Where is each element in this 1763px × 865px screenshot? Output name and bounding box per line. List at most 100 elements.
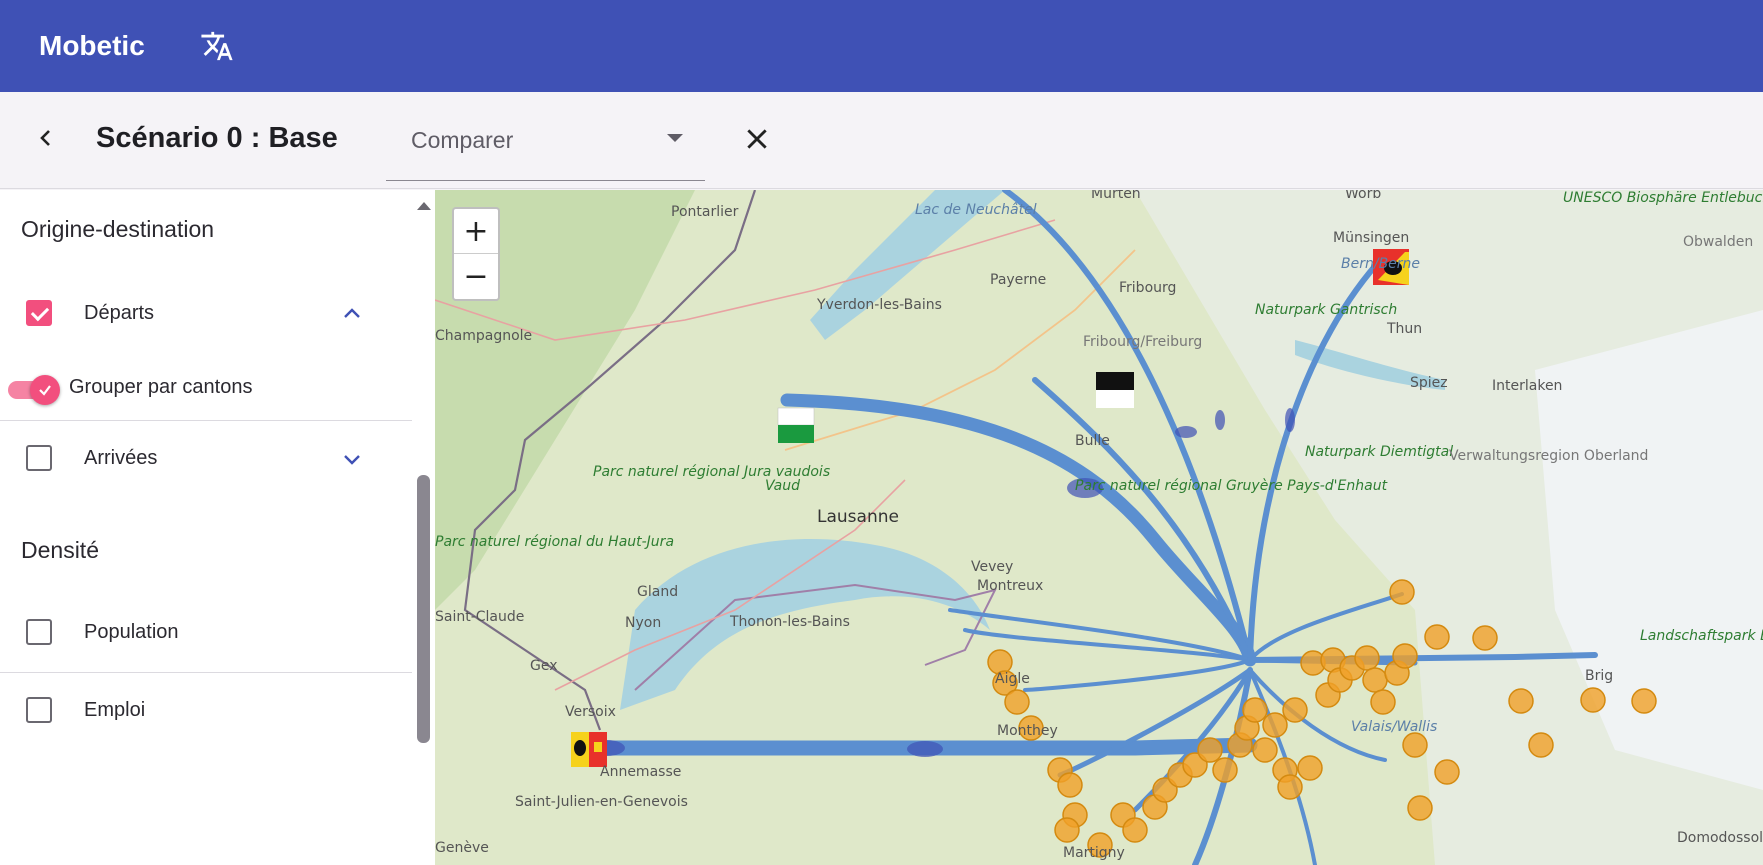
flag-vaud-icon: [777, 407, 815, 443]
divider: [0, 420, 412, 421]
translate-icon[interactable]: [196, 26, 238, 66]
flow-marker: [1215, 410, 1225, 430]
flag-part: [594, 742, 602, 752]
place-label: Saint-Julien-en-Genevois: [515, 794, 688, 810]
destination-circle: [1528, 732, 1554, 758]
arrivees-label: Arrivées: [84, 447, 158, 469]
place-label: Naturpark Gantrisch: [1255, 302, 1397, 318]
layer-sidebar: Origine-destination Départs Grouper par …: [0, 190, 435, 865]
destination-circle: [1580, 687, 1606, 713]
place-label: Gland: [637, 584, 678, 600]
destination-circle: [1402, 732, 1428, 758]
destination-circle: [1282, 697, 1308, 723]
place-label: Lausanne: [817, 507, 899, 527]
place-label: Fribourg: [1119, 280, 1176, 296]
app-title[interactable]: Mobetic: [39, 30, 145, 62]
group-by-canton-label: Grouper par cantons: [69, 376, 253, 398]
destination-circle: [1252, 737, 1278, 763]
destination-circle: [1212, 757, 1238, 783]
destination-circle: [1197, 737, 1223, 763]
destination-circle: [1472, 625, 1498, 651]
destination-circle: [1242, 697, 1268, 723]
place-label: Interlaken: [1492, 378, 1562, 394]
zoom-in-button[interactable]: +: [454, 209, 498, 254]
population-label: Population: [84, 621, 179, 643]
destination-circle: [1297, 755, 1323, 781]
divider: [0, 672, 412, 673]
place-label: Landschaftspark Binntal: [1640, 628, 1763, 644]
destination-circle: [1004, 689, 1030, 715]
map-canvas: Pontarlier Murten Worb Münsingen Bern/Be…: [435, 190, 1763, 865]
arrivees-checkbox[interactable]: [26, 445, 52, 471]
destination-circle: [1262, 712, 1288, 738]
flow-marker: [1285, 408, 1295, 432]
place-label: Worb: [1345, 190, 1381, 202]
zoom-control: + −: [452, 207, 500, 301]
page-title: Scénario 0 : Base: [96, 122, 338, 154]
destination-circle: [1362, 667, 1388, 693]
section-title-origine-destination: Origine-destination: [21, 216, 215, 242]
flag-part: [778, 425, 814, 443]
place-label: Spiez: [1410, 375, 1448, 391]
place-label: Thonon-les-Bains: [729, 614, 850, 630]
destination-circle: [1631, 688, 1657, 714]
departs-label: Départs: [84, 302, 155, 324]
destination-circle: [1054, 817, 1080, 843]
flag-part: [777, 407, 815, 426]
population-checkbox[interactable]: [26, 619, 52, 645]
place-label: Monthey: [997, 723, 1058, 739]
flow-marker: [907, 741, 943, 757]
chevron-left-icon: [40, 130, 50, 146]
place-label: Lac de Neuchâtel: [915, 202, 1037, 218]
close-icon: [747, 129, 767, 149]
flow-marker: [1175, 426, 1197, 438]
back-button[interactable]: [28, 120, 64, 156]
translate-glyph: [201, 31, 233, 61]
place-label: Payerne: [990, 272, 1046, 288]
place-label: Gex: [530, 658, 558, 674]
group-by-canton-toggle[interactable]: [8, 375, 60, 405]
dropdown-arrow-icon: [667, 134, 683, 142]
place-label: UNESCO Biosphäre Entlebuch: [1563, 190, 1763, 206]
place-label: Bern/Berne: [1341, 256, 1420, 272]
place-label: Valais/Wallis: [1351, 719, 1437, 735]
toggle-knob: [30, 375, 60, 405]
place-label: Genève: [435, 840, 489, 856]
emploi-label: Emploi: [84, 699, 146, 721]
destination-circle: [1122, 817, 1148, 843]
flag-part: [1096, 390, 1134, 408]
flag-part: [1096, 372, 1134, 390]
sidebar-scrollbar-thumb[interactable]: [417, 475, 430, 743]
place-label: Münsingen: [1333, 230, 1409, 246]
flag-geneve-icon: [571, 732, 607, 767]
check-icon: [39, 385, 51, 396]
flag-fribourg-icon: [1096, 372, 1134, 408]
chevron-up-icon[interactable]: [342, 304, 362, 324]
place-label: Brig: [1585, 668, 1613, 684]
place-label: Champagnole: [435, 328, 532, 344]
place-label: Montreux: [977, 578, 1043, 594]
place-label: Verwaltungsregion Oberland: [1449, 448, 1648, 464]
scenario-toolbar: Scénario 0 : Base Comparer: [0, 92, 1763, 189]
scroll-up-arrow[interactable]: [417, 202, 431, 210]
place-label: Nyon: [625, 615, 661, 631]
place-label: Parc naturel régional du Haut-Jura: [435, 534, 674, 550]
compare-select[interactable]: Comparer: [386, 92, 705, 181]
chevron-down-icon[interactable]: [342, 449, 362, 469]
place-label: Pontarlier: [671, 204, 739, 220]
zoom-out-button[interactable]: −: [454, 254, 498, 299]
compare-placeholder: Comparer: [411, 127, 514, 153]
destination-circle: [1354, 645, 1380, 671]
destination-circle: [1392, 643, 1418, 669]
place-label: Bulle: [1075, 433, 1110, 449]
destination-circle: [1434, 759, 1460, 785]
flow-map[interactable]: Pontarlier Murten Worb Münsingen Bern/Be…: [435, 190, 1763, 865]
place-label: Yverdon-les-Bains: [816, 297, 942, 313]
place-label: Aigle: [995, 671, 1030, 687]
emploi-checkbox[interactable]: [26, 697, 52, 723]
departs-checkbox[interactable]: [26, 300, 52, 326]
place-label: Obwalden: [1683, 234, 1753, 250]
destination-circle: [1407, 795, 1433, 821]
close-compare-button[interactable]: [738, 120, 776, 158]
flag-part: [574, 740, 586, 756]
